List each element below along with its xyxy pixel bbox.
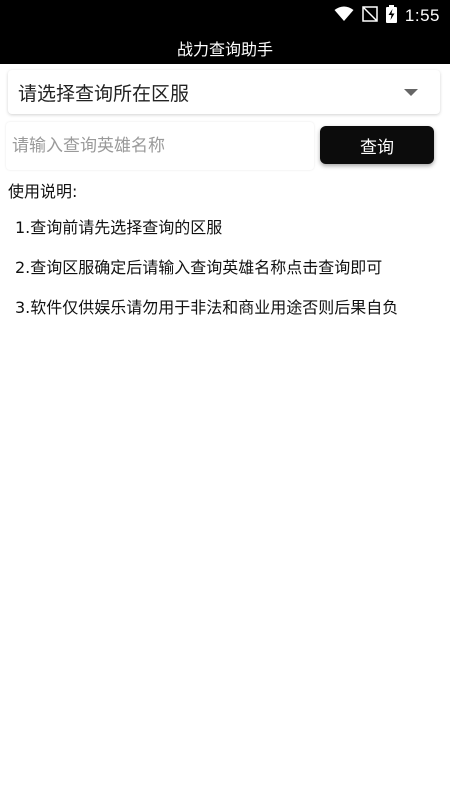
query-button[interactable]: 查询: [320, 126, 434, 164]
hero-name-input[interactable]: [6, 122, 314, 170]
no-signal-icon: [362, 6, 378, 26]
instruction-item-3: 3.软件仅供娱乐请勿用于非法和商业用途否则后果自负: [15, 298, 399, 317]
chevron-down-icon: [404, 88, 418, 96]
instructions-heading: 使用说明:: [8, 182, 78, 201]
status-bar: 1:55: [0, 0, 450, 32]
app-title: 战力查询助手: [176, 40, 273, 59]
status-icons: 1:55: [334, 4, 440, 28]
instruction-item-2: 2.查询区服确定后请输入查询英雄名称点击查询即可: [15, 258, 383, 277]
battery-charging-icon: [385, 5, 397, 27]
region-select-dropdown[interactable]: 请选择查询所在区服: [8, 70, 440, 114]
search-row: 查询: [6, 122, 446, 170]
wifi-icon: [334, 6, 354, 26]
status-time: 1:55: [404, 6, 440, 25]
region-select-value: 请选择查询所在区服: [18, 82, 190, 105]
app-bar: 战力查询助手: [0, 32, 450, 64]
instruction-item-1: 1.查询前请先选择查询的区服: [15, 218, 223, 237]
instruction-list: 1.查询前请先选择查询的区服 2.查询区服确定后请输入查询英雄名称点击查询即可 …: [15, 214, 445, 334]
